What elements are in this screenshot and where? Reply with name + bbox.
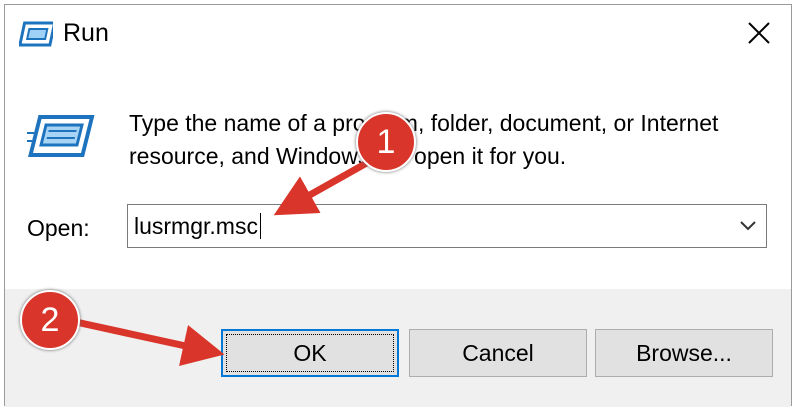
- run-dialog-icon: [19, 21, 53, 47]
- browse-button[interactable]: Browse...: [595, 329, 773, 377]
- run-dialog-icon: [27, 115, 95, 157]
- chevron-down-icon[interactable]: [738, 219, 758, 233]
- close-button[interactable]: [729, 5, 791, 63]
- close-icon: [748, 22, 770, 44]
- step-2-callout: 2: [20, 290, 80, 350]
- dialog-body: Type the name of a program, folder, docu…: [5, 67, 791, 289]
- ok-button[interactable]: OK: [221, 329, 399, 377]
- step-1-callout: 1: [356, 112, 416, 172]
- open-label: Open:: [27, 215, 90, 241]
- open-combobox[interactable]: lusrmgr.msc: [127, 204, 767, 248]
- window-title: Run: [63, 19, 109, 47]
- title-bar: Run: [5, 5, 791, 67]
- open-input[interactable]: lusrmgr.msc: [134, 213, 261, 239]
- button-bar: OK Cancel Browse...: [5, 289, 791, 407]
- cancel-button[interactable]: Cancel: [409, 329, 587, 377]
- run-dialog: Run Type the name of a program, folder, …: [4, 4, 792, 407]
- dialog-description: Type the name of a program, folder, docu…: [129, 110, 719, 169]
